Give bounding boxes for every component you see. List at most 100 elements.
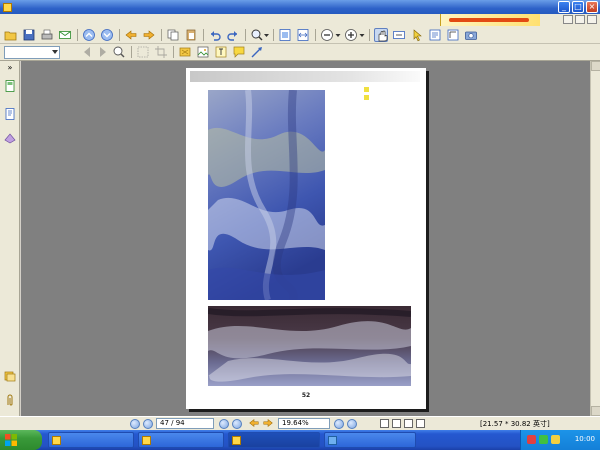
history-forward-icon[interactable] (262, 417, 274, 429)
zoom-level-field[interactable]: 19.64% (278, 418, 330, 429)
text-box-icon[interactable] (214, 45, 228, 59)
maximize-button[interactable]: □ (572, 1, 584, 13)
facing-view-icon[interactable] (404, 419, 413, 428)
last-page-icon[interactable] (232, 419, 242, 429)
back-arrow-icon[interactable] (124, 28, 138, 42)
zoom-dropdown-icon[interactable] (250, 28, 270, 42)
select-arrow-icon[interactable] (410, 28, 424, 42)
scroll-up-arrow[interactable] (591, 61, 600, 71)
annotations-icon[interactable] (3, 131, 17, 145)
draw-arrow-icon[interactable] (250, 45, 264, 59)
zoom-in-dropdown-icon[interactable] (359, 28, 365, 42)
crop-icon[interactable] (154, 45, 168, 59)
status-zoom-in-icon[interactable] (347, 419, 357, 429)
scroll-down-arrow[interactable] (591, 406, 600, 416)
side-panel: » (0, 61, 20, 416)
redo-icon[interactable] (226, 28, 240, 42)
history-back-icon[interactable] (248, 417, 260, 429)
search-dropdown-icon[interactable] (52, 50, 58, 54)
fit-width-icon[interactable] (296, 28, 310, 42)
prev-result-icon[interactable] (80, 45, 94, 59)
forward-arrow-icon[interactable] (142, 28, 156, 42)
thumbnails-icon[interactable] (3, 79, 17, 93)
marquee-zoom-icon[interactable] (136, 45, 150, 59)
fit-page-icon[interactable] (278, 28, 292, 42)
status-zoom-out-icon[interactable] (334, 419, 344, 429)
tray-security-icon[interactable] (527, 435, 536, 444)
email-icon[interactable] (58, 28, 72, 42)
vertical-scrollbar[interactable] (590, 61, 600, 416)
menu-view[interactable] (30, 14, 40, 26)
attach-icon[interactable] (178, 45, 192, 59)
page-dimensions: [21.57 * 30.82 英寸] (480, 420, 550, 428)
title-bar[interactable]: _ □ × (0, 0, 600, 14)
find-icon[interactable] (112, 45, 126, 59)
windows-logo-icon (5, 434, 17, 446)
image-icon[interactable] (196, 45, 210, 59)
export-text-icon[interactable] (446, 28, 460, 42)
status-bar: 47 / 94 19.64% [21.57 * 30.82 英寸] (0, 416, 600, 430)
document-viewport[interactable]: 52 (21, 61, 600, 416)
system-tray: 10:00 (520, 430, 600, 450)
print-icon[interactable] (40, 28, 54, 42)
text-select-icon[interactable] (392, 28, 406, 42)
continuous-view-icon[interactable] (392, 419, 401, 428)
hand-tool-icon[interactable] (374, 28, 388, 42)
page-down-icon[interactable] (100, 28, 114, 42)
folder-icon (142, 436, 151, 445)
undo-icon[interactable] (208, 28, 222, 42)
pdf-reader-icon (232, 436, 241, 445)
next-result-icon[interactable] (96, 45, 110, 59)
note-icon[interactable] (232, 45, 246, 59)
page-number: 52 (301, 392, 311, 399)
attachments-icon[interactable] (3, 393, 17, 407)
folder-icon (52, 436, 61, 445)
first-page-icon[interactable] (130, 419, 140, 429)
next-page-icon[interactable] (219, 419, 229, 429)
doc-minimize-button[interactable] (563, 15, 573, 24)
minimize-button[interactable]: _ (558, 1, 570, 13)
doc-close-button[interactable] (587, 15, 597, 24)
bookmarks-icon[interactable] (3, 107, 17, 121)
page-counter-field[interactable]: 47 / 94 (156, 418, 214, 429)
tray-network-icon[interactable] (539, 435, 548, 444)
paste-icon[interactable] (184, 28, 198, 42)
save-icon[interactable] (22, 28, 36, 42)
layers-icon[interactable] (3, 369, 17, 383)
menu-help[interactable] (70, 14, 80, 26)
continuous-facing-view-icon[interactable] (416, 419, 425, 428)
taskbar-item-pdf-reader[interactable] (228, 432, 320, 448)
app-icon (3, 2, 12, 12)
zoom-out-icon[interactable] (320, 28, 334, 42)
legend-item (364, 87, 371, 92)
zoom-out-dropdown-icon[interactable] (335, 28, 341, 42)
open-folder-icon[interactable] (4, 28, 18, 42)
zoom-in-icon[interactable] (344, 28, 358, 42)
camera-icon[interactable] (464, 28, 478, 42)
legend-swatch (364, 95, 369, 100)
prev-page-icon[interactable] (143, 419, 153, 429)
ad-banner[interactable] (440, 14, 540, 26)
copy-icon[interactable] (166, 28, 180, 42)
taskbar: 10:00 (0, 430, 600, 450)
single-page-view-icon[interactable] (380, 419, 389, 428)
taskbar-item-folder[interactable] (138, 432, 224, 448)
legend-swatch (364, 87, 369, 92)
menu-edit[interactable] (20, 14, 30, 26)
doc-restore-button[interactable] (575, 15, 585, 24)
page-up-icon[interactable] (82, 28, 96, 42)
menu-bookmarks[interactable] (50, 14, 60, 26)
menu-community[interactable] (40, 14, 50, 26)
snapshot-icon[interactable] (428, 28, 442, 42)
taskbar-item-explorer[interactable] (48, 432, 134, 448)
menu-file[interactable] (10, 14, 20, 26)
start-button[interactable] (0, 430, 42, 450)
taskbar-item-paint[interactable] (324, 432, 416, 448)
close-button[interactable]: × (586, 1, 598, 13)
search-input[interactable] (8, 48, 52, 56)
tray-shield-icon[interactable] (551, 435, 560, 444)
document-page: 52 (186, 68, 426, 409)
search-field[interactable] (4, 46, 60, 59)
menu-tools[interactable] (60, 14, 70, 26)
expand-panel-icon[interactable]: » (3, 63, 17, 77)
